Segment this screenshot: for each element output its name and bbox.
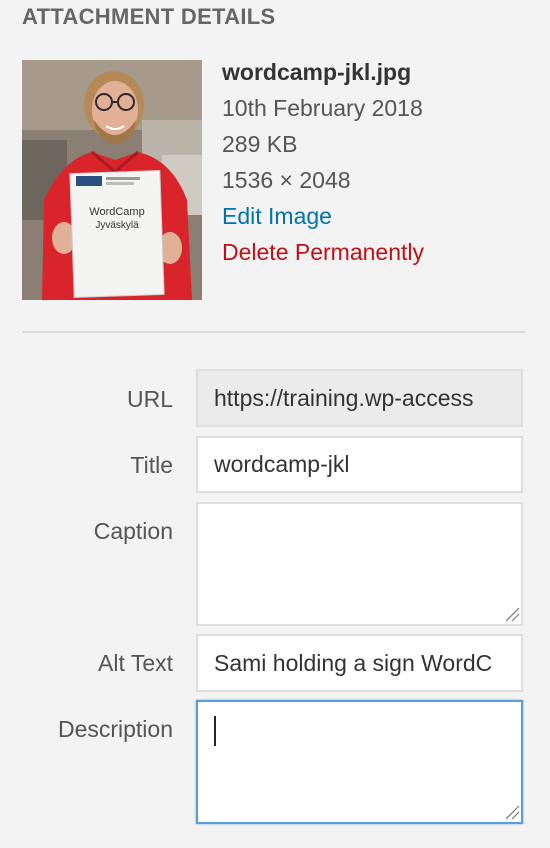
text-cursor bbox=[214, 716, 216, 746]
photo-thumbnail bbox=[22, 60, 202, 300]
delete-permanently-link[interactable]: Delete Permanently bbox=[222, 234, 424, 270]
attachment-thumbnail[interactable]: WordCamp Jyväskylä bbox=[22, 60, 202, 300]
attachment-details-panel: ATTACHMENT DETAILS WordCamp Jyväskylä wo… bbox=[0, 0, 550, 848]
image-dimensions: 1536 × 2048 bbox=[222, 167, 351, 193]
sign-text-line1: WordCamp bbox=[89, 206, 145, 218]
caption-label: Caption bbox=[93, 518, 173, 544]
description-label: Description bbox=[57, 716, 173, 742]
attachment-meta: wordcamp-jkl.jpg 10th February 2018 289 … bbox=[222, 54, 424, 270]
description-field[interactable] bbox=[196, 700, 523, 824]
divider bbox=[22, 331, 525, 333]
alt-text-label: Alt Text bbox=[98, 650, 173, 676]
file-size: 289 KB bbox=[222, 131, 298, 157]
panel-heading: ATTACHMENT DETAILS bbox=[22, 4, 276, 29]
url-field[interactable] bbox=[196, 369, 523, 427]
title-label: Title bbox=[130, 452, 173, 478]
filename: wordcamp-jkl.jpg bbox=[222, 59, 412, 85]
upload-date: 10th February 2018 bbox=[222, 95, 423, 121]
title-field[interactable] bbox=[196, 436, 523, 493]
alt-text-field[interactable] bbox=[196, 634, 523, 692]
edit-image-link[interactable]: Edit Image bbox=[222, 198, 424, 234]
url-label: URL bbox=[126, 386, 173, 412]
sign-text-line2: Jyväskylä bbox=[95, 220, 139, 231]
caption-field[interactable] bbox=[196, 502, 523, 626]
